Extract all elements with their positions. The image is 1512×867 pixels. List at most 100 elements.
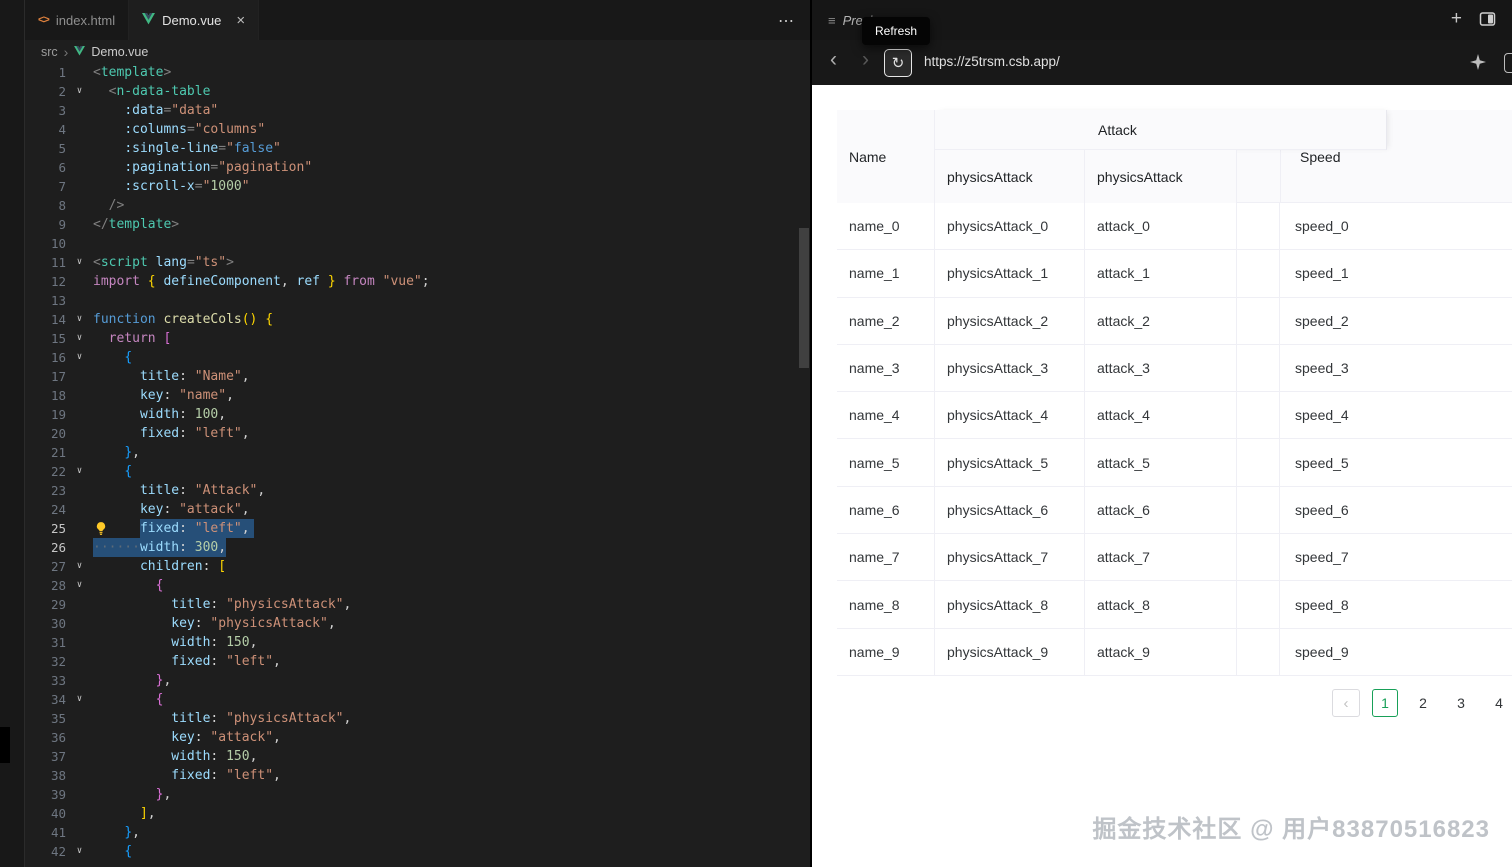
table-cell: attack_0 [1085,203,1237,250]
sparkle-icon[interactable] [1470,54,1486,75]
code-line[interactable]: 34 ∨ { [25,690,798,709]
code-line[interactable]: 36 key: "attack", [25,728,798,747]
code-line[interactable]: 19 width: 100, [25,405,798,424]
tab-index-html[interactable]: <> index.html [25,0,130,40]
code-line[interactable]: 37 width: 150, [25,747,798,766]
code-line[interactable]: 12 import { defineComponent, ref } from "… [25,272,798,291]
table-cell: speed_9 [1295,643,1349,660]
code-line[interactable]: 22 ∨ { [25,462,798,481]
layout-panel-icon[interactable] [1479,11,1496,32]
code-line[interactable]: 38 fixed: "left", [25,766,798,785]
line-number: 23 [50,483,66,498]
code-line[interactable]: 17 title: "Name", [25,367,798,386]
code-line[interactable]: 40 ], [25,804,798,823]
fold-chevron-icon[interactable]: ∨ [66,82,93,101]
more-actions-icon[interactable]: ⋯ [778,11,794,31]
code-line[interactable]: 25 fixed: "left", [25,519,798,538]
code-line[interactable]: 11 ∨ <script lang="ts"> [25,253,798,272]
code-line[interactable]: 6 :pagination="pagination" [25,158,798,177]
fold-chevron-icon[interactable]: ∨ [66,690,93,709]
fold-chevron-icon [66,196,93,215]
code-line[interactable]: 35 title: "physicsAttack", [25,709,798,728]
code-line[interactable]: 15 ∨ return [ [25,329,798,348]
code-line[interactable]: 1 <template> [25,63,798,82]
code-line[interactable]: 31 width: 150, [25,633,798,652]
back-icon[interactable]: ‹ [830,48,837,72]
table-cell [1237,534,1280,581]
table-cell: physicsAttack_7 [935,534,1085,581]
pagination-page[interactable]: 2 [1410,689,1436,717]
table-cell [1237,439,1280,486]
table-cell [1237,297,1280,344]
table-cell: attack_8 [1085,581,1237,628]
code-line[interactable]: 10 [25,234,798,253]
code-line[interactable]: 27 ∨ children: [ [25,557,798,576]
fold-chevron-icon[interactable]: ∨ [66,329,93,348]
code-line[interactable]: 23 title: "Attack", [25,481,798,500]
code-line[interactable]: 32 fixed: "left", [25,652,798,671]
close-tab-icon[interactable]: × [236,13,245,28]
code-line[interactable]: 14 ∨ function createCols() { [25,310,798,329]
fold-chevron-icon[interactable]: ∨ [66,253,93,272]
pagination-page[interactable]: 1 [1372,689,1398,717]
editor-scrollbar[interactable] [799,228,809,368]
tab-demo-vue[interactable]: Demo.vue × [129,0,260,40]
code-line[interactable]: 13 [25,291,798,310]
table-cell: physicsAttack_2 [935,297,1085,344]
fold-chevron-icon[interactable]: ∨ [66,310,93,329]
breadcrumb[interactable]: src › Demo.vue [25,40,810,64]
code-line[interactable]: 39 }, [25,785,798,804]
fold-chevron-icon[interactable]: ∨ [66,348,93,367]
code-line[interactable]: 5 :single-line="false" [25,139,798,158]
vue-file-icon [142,12,156,28]
forward-icon[interactable]: › [862,48,869,72]
code-line[interactable]: 30 key: "physicsAttack", [25,614,798,633]
line-number: 21 [50,445,66,460]
breadcrumb-file[interactable]: Demo.vue [91,45,148,59]
code-line[interactable]: 42 ∨ { [25,842,798,861]
fold-chevron-icon [66,177,93,196]
header-cell-physicsattack-1: physicsAttack [935,150,1085,203]
code-line[interactable]: 16 ∨ { [25,348,798,367]
html-file-icon: <> [38,14,50,26]
code-line[interactable]: 7 :scroll-x="1000" [25,177,798,196]
code-line[interactable]: 9 </template> [25,215,798,234]
code-line[interactable]: 4 :columns="columns" [25,120,798,139]
clipped-toolbar-icon[interactable] [1504,53,1512,73]
code-line[interactable]: 33 }, [25,671,798,690]
code-line[interactable]: 24 key: "attack", [25,500,798,519]
fold-chevron-icon [66,500,93,519]
line-number: 5 [58,141,66,156]
code-line[interactable]: 21 }, [25,443,798,462]
code-line[interactable]: 29 title: "physicsAttack", [25,595,798,614]
code-line[interactable]: 28 ∨ { [25,576,798,595]
line-number: 16 [50,350,66,365]
pagination-page[interactable]: 4 [1486,689,1512,717]
line-number: 2 [58,84,66,99]
fold-chevron-icon[interactable]: ∨ [66,576,93,595]
table-cell: physicsAttack_1 [935,250,1085,297]
table-cell: name_7 [837,534,935,581]
pagination-prev-button[interactable]: ‹ [1332,689,1360,717]
code-line[interactable]: 20 fixed: "left", [25,424,798,443]
pagination-page[interactable]: 3 [1448,689,1474,717]
code-line[interactable]: 2 ∨ <n-data-table [25,82,798,101]
fold-chevron-icon[interactable]: ∨ [66,842,93,861]
code-line[interactable]: 8 /> [25,196,798,215]
line-number: 32 [50,654,66,669]
url-text[interactable]: https://z5trsm.csb.app/ [924,54,1060,69]
line-number: 4 [58,122,66,137]
code-line[interactable]: 41 }, [25,823,798,842]
code-line[interactable]: 18 key: "name", [25,386,798,405]
code-line[interactable]: 26 ······width: 300, [25,538,798,557]
breadcrumb-root[interactable]: src [41,45,58,59]
code-area[interactable]: 1 <template> 2 ∨ <n-data-table 3 :data="data… [25,63,798,861]
add-tab-icon[interactable]: + [1451,8,1462,30]
refresh-tooltip: Refresh [862,17,931,45]
refresh-button[interactable]: ↻ [884,49,912,77]
code-line[interactable]: 3 :data="data" [25,101,798,120]
table-cell: name_5 [837,439,935,486]
fold-chevron-icon[interactable]: ∨ [66,462,93,481]
fold-chevron-icon[interactable]: ∨ [66,557,93,576]
lightbulb-icon[interactable] [95,521,107,542]
